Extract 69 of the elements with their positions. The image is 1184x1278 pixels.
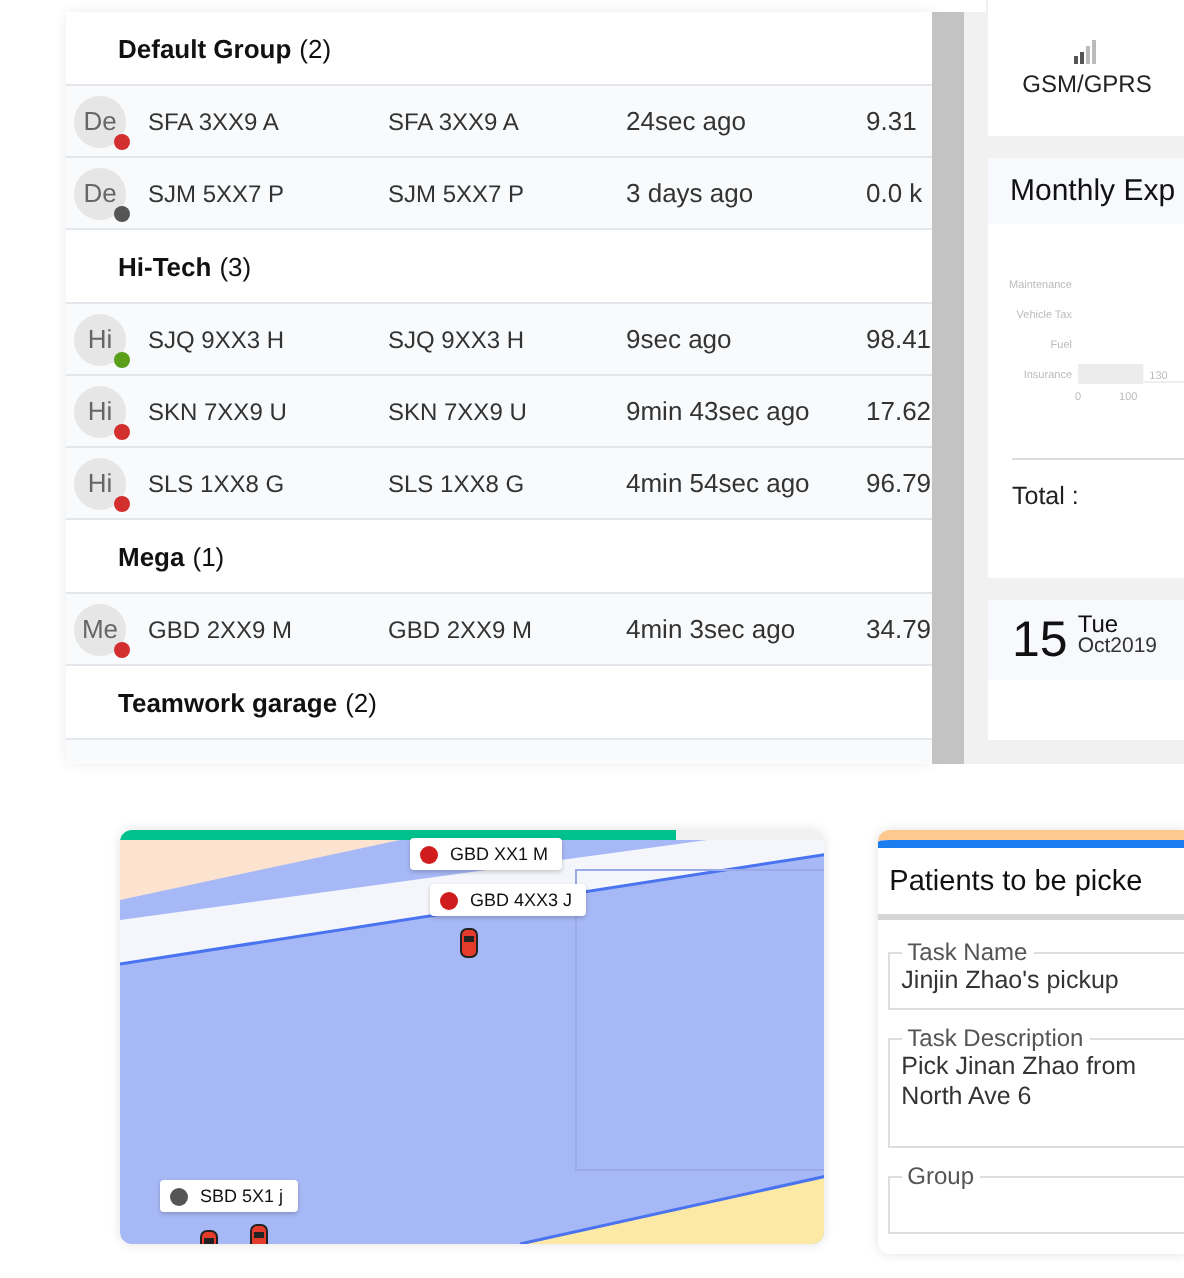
vehicle-name: GBD 2XX9 M	[148, 615, 295, 643]
plate-number: SKN 7XX9 U	[388, 397, 529, 425]
group-header[interactable]: Mega (1)	[66, 520, 932, 594]
field-value: Pick Jinan Zhao from North Ave 6	[901, 1052, 1139, 1112]
group-header[interactable]: Teamwork garage (2)	[66, 666, 932, 740]
total-label: Total :	[1012, 458, 1184, 510]
vehicle-name: SFA 3XX9 A	[148, 107, 281, 135]
vehicle-avatar: Me	[74, 603, 126, 655]
group-name: Hi-Tech	[118, 251, 212, 281]
network-type: GSM/GPRS	[1022, 69, 1152, 97]
group-count: (3)	[219, 251, 252, 281]
last-update-time: 4min 54sec ago	[626, 468, 812, 498]
vehicle-avatar: De	[74, 95, 126, 147]
distance: 34.79	[866, 614, 932, 644]
vehicle-row[interactable]: De SJM 5XX7 P SJM 5XX7 P 3 days ago 0.0 k	[66, 158, 932, 230]
last-update-time: 4min 3sec ago	[626, 614, 798, 644]
last-update-time: 9min 43sec ago	[626, 396, 812, 426]
field-label: Task Description	[905, 1024, 1086, 1052]
vehicle-avatar: Hi	[74, 457, 126, 509]
signal-icon	[1073, 39, 1101, 63]
vehicle-marker-label[interactable]: GBD XX1 M	[410, 838, 563, 870]
vehicle-name: SLS 1XX8 G	[148, 469, 287, 497]
group-header[interactable]: Hi-Tech (3)	[66, 230, 932, 304]
group-name: Teamwork garage	[118, 687, 338, 717]
distance: 0.0 k	[866, 178, 925, 208]
panel-title: Monthly Exp	[1010, 174, 1176, 208]
group-count: (2)	[345, 687, 377, 717]
vehicle-row[interactable]: Me GBD 2XX9 M GBD 2XX9 M 4min 3sec ago 34.79	[66, 594, 932, 666]
vehicle-name: SKN 7XX9 U	[148, 397, 289, 425]
vehicle-row[interactable]: Hi SLS 1XX8 G SLS 1XX8 G 4min 54sec ago 96.79	[66, 448, 932, 520]
group-count: (1)	[192, 541, 225, 571]
last-update-time: 24sec ago	[626, 106, 748, 136]
distance: 98.41	[866, 324, 932, 354]
text-field[interactable]: Task Description Pick Jinan Zhao from North Ave 6	[887, 1024, 1184, 1148]
vehicle-name: SJM 5XX7 P	[148, 179, 287, 207]
field-value: Jinjin Zhao's pickup	[901, 966, 1121, 996]
text-field[interactable]: Task Name Jinjin Zhao's pickup	[887, 938, 1184, 1010]
vehicle-avatar: Hi	[74, 385, 126, 437]
distance: 96.79	[866, 468, 932, 498]
scrollbar[interactable]	[932, 12, 964, 764]
vehicle-avatar: Hi	[74, 313, 126, 365]
plate-number: SFA 3XX9 A	[388, 107, 521, 135]
text-field[interactable]: Group	[887, 1162, 1184, 1234]
field-label: Task Name	[905, 938, 1030, 966]
day-number: 15	[1012, 611, 1068, 669]
vehicle-name: SJQ 9XX3 H	[148, 325, 287, 353]
group-name: Default Group	[118, 33, 292, 63]
weekday: Tue	[1077, 614, 1119, 636]
group-count: (2)	[299, 33, 332, 63]
vehicle-marker-label[interactable]: SBD 5X1 j	[160, 1180, 298, 1212]
plate-number: SLS 1XX8 G	[388, 469, 527, 497]
distance: 17.62	[866, 396, 932, 426]
group-name: Mega	[118, 541, 185, 571]
last-update-time: 9sec ago	[626, 324, 734, 354]
distance: 9.31	[866, 106, 919, 136]
month-year: Oct2019	[1077, 636, 1158, 658]
vehicle-marker-label[interactable]: GBD 4XX3 J	[430, 884, 587, 916]
last-update-time: 3 days ago	[626, 178, 756, 208]
car-icon[interactable]	[460, 928, 478, 958]
plate-number: GBD 2XX9 M	[388, 615, 535, 643]
vehicle-row[interactable]: Hi SJQ 9XX3 H SJQ 9XX3 H 9sec ago 98.41	[66, 304, 932, 376]
panel-title: Patients to be picke	[877, 848, 1184, 920]
vehicle-row[interactable]: Hi SKN 7XX9 U SKN 7XX9 U 9min 43sec ago 17.62	[66, 376, 932, 448]
vehicle-row[interactable]: De SFA 3XX9 A SFA 3XX9 A 24sec ago 9.31	[66, 86, 932, 158]
field-label: Group	[905, 1162, 977, 1190]
group-header[interactable]: Default Group (2)	[66, 12, 932, 86]
plate-number: SJM 5XX7 P	[388, 179, 527, 207]
vehicle-avatar: De	[74, 167, 126, 219]
plate-number: SJQ 9XX3 H	[388, 325, 527, 353]
